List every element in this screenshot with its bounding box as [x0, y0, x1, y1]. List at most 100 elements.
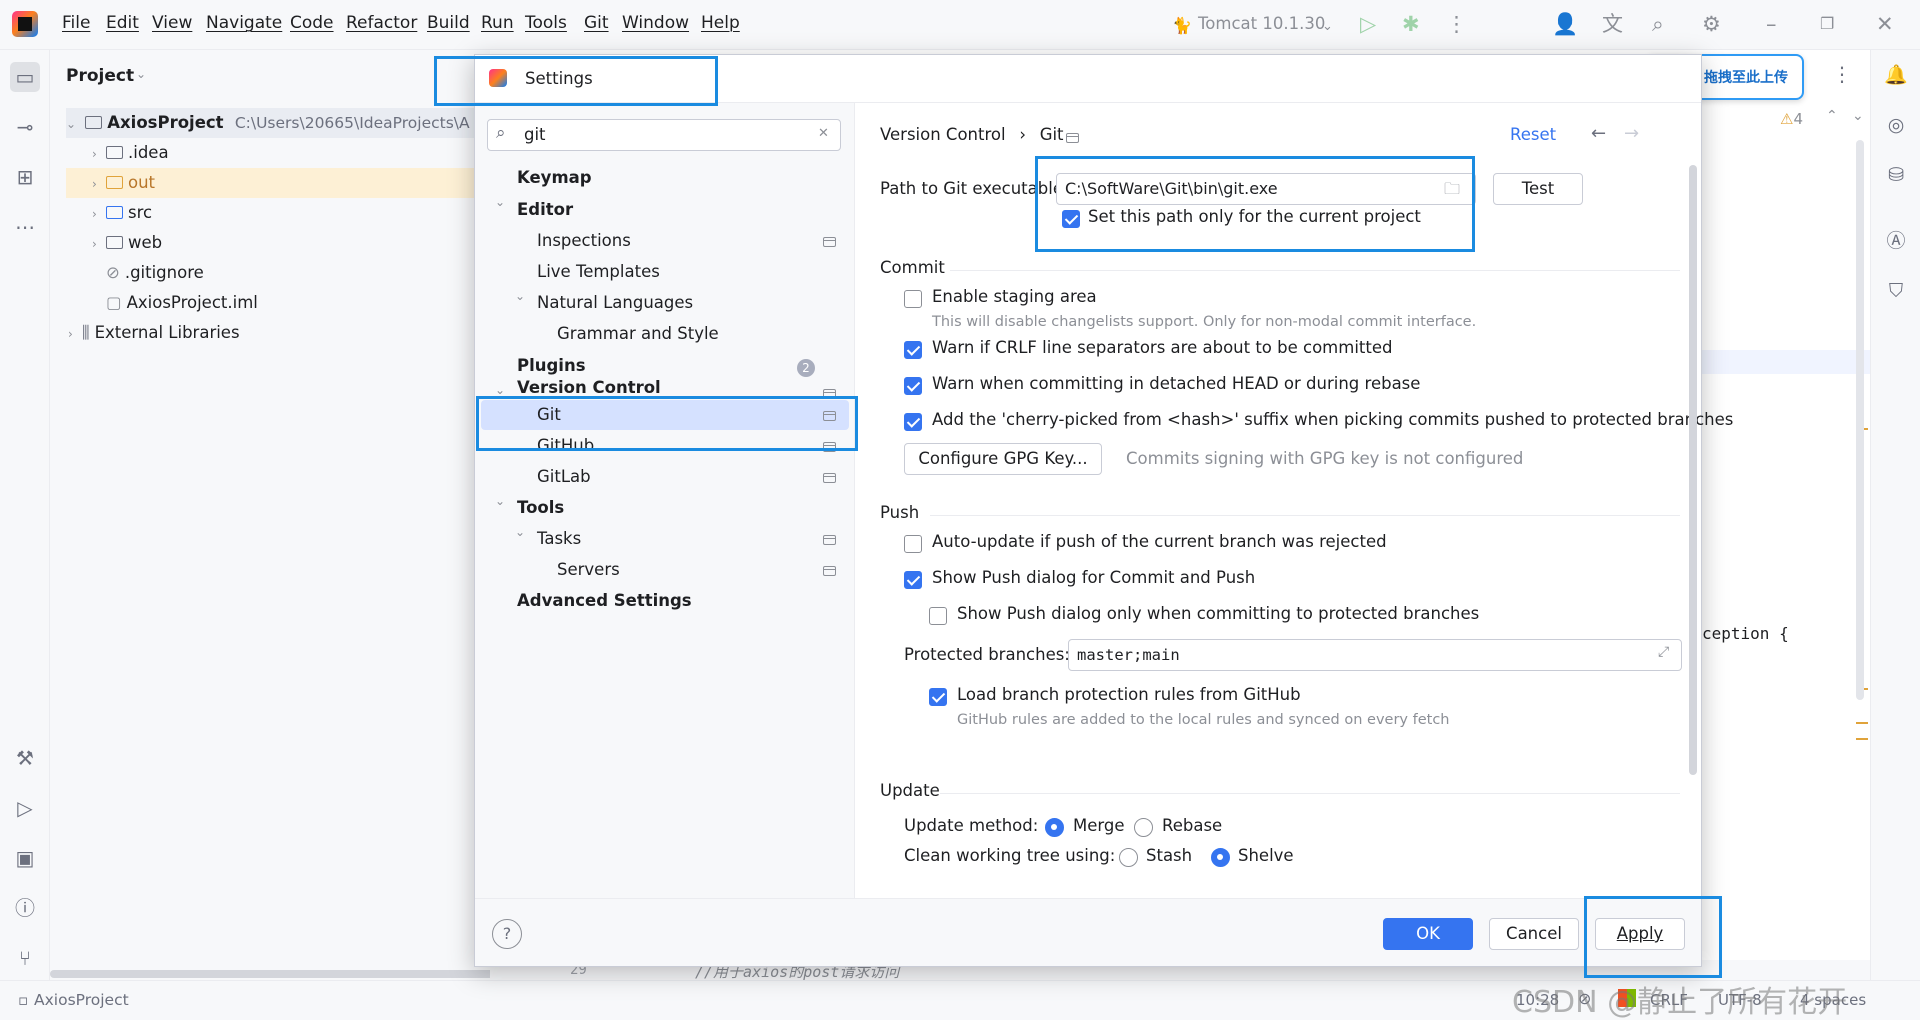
- auto-update-checkbox[interactable]: [904, 535, 922, 553]
- chevron-down-icon[interactable]: ⌄: [515, 525, 525, 539]
- editor-scrollbar[interactable]: [1856, 140, 1864, 700]
- tree-inspections[interactable]: Inspections: [537, 226, 631, 256]
- forward-arrow-icon[interactable]: →: [1624, 123, 1639, 144]
- cancel-button[interactable]: Cancel: [1489, 918, 1579, 950]
- status-project[interactable]: AxiosProject: [34, 991, 129, 1009]
- folder-icon[interactable]: ▭: [10, 62, 40, 92]
- horizontal-scrollbar[interactable]: [50, 970, 520, 978]
- tree-version-control[interactable]: Version Control: [517, 377, 661, 399]
- tree-tasks[interactable]: Tasks: [537, 524, 581, 554]
- menu-run[interactable]: Run: [481, 13, 514, 33]
- breadcrumb-parent[interactable]: Version Control: [880, 125, 1006, 144]
- chevron-down-icon[interactable]: ⌄: [495, 494, 505, 508]
- shelve-radio[interactable]: [1211, 848, 1230, 867]
- rebase-radio[interactable]: [1134, 818, 1153, 837]
- menu-tools[interactable]: Tools: [525, 13, 567, 33]
- terminal-icon[interactable]: ▣: [10, 843, 40, 873]
- chevron-right-icon[interactable]: ›: [92, 229, 106, 259]
- settings-search-field[interactable]: ⌕ git ✕: [487, 119, 841, 151]
- search-icon[interactable]: ⌕: [1652, 12, 1664, 36]
- project-panel-title[interactable]: Project: [66, 66, 134, 86]
- menu-edit[interactable]: Edit: [106, 13, 139, 33]
- merge-radio[interactable]: [1045, 818, 1064, 837]
- reset-link[interactable]: Reset: [1510, 125, 1556, 144]
- expand-icon[interactable]: ⤢: [1658, 644, 1669, 660]
- ascii-doc-icon[interactable]: Ⓐ: [1881, 226, 1911, 256]
- intellij-logo-icon[interactable]: [12, 11, 38, 37]
- tree-item-web[interactable]: › web: [92, 228, 162, 258]
- protected-branches-input[interactable]: master;main: [1068, 639, 1682, 671]
- chevron-down-icon[interactable]: ⌄: [66, 109, 80, 139]
- minimize-icon[interactable]: –: [1766, 12, 1777, 36]
- apply-button[interactable]: Apply: [1595, 918, 1685, 950]
- tree-item-src[interactable]: › src: [92, 198, 152, 228]
- tree-advanced-settings[interactable]: Advanced Settings: [517, 586, 692, 616]
- run-icon[interactable]: ▷: [1360, 12, 1376, 36]
- close-window-icon[interactable]: ✕: [1876, 12, 1894, 36]
- problems-icon[interactable]: ⓘ: [10, 893, 40, 923]
- menu-navigate[interactable]: Navigate: [206, 13, 282, 33]
- test-button[interactable]: Test: [1493, 173, 1583, 205]
- cherry-pick-checkbox[interactable]: [904, 413, 922, 431]
- menu-help[interactable]: Help: [701, 13, 740, 33]
- ai-assistant-icon[interactable]: ◎: [1881, 110, 1911, 140]
- menu-file[interactable]: File: [62, 13, 90, 33]
- maximize-icon[interactable]: ❐: [1820, 12, 1834, 36]
- ok-button[interactable]: OK: [1383, 918, 1473, 950]
- search-input[interactable]: git: [524, 125, 546, 144]
- help-icon[interactable]: ?: [492, 919, 522, 949]
- back-arrow-icon[interactable]: ←: [1591, 123, 1606, 144]
- tree-git[interactable]: Git: [537, 400, 561, 430]
- staging-checkbox[interactable]: [904, 290, 922, 308]
- show-push-dialog-checkbox[interactable]: [904, 571, 922, 589]
- menu-refactor[interactable]: Refactor: [346, 13, 417, 33]
- tree-keymap[interactable]: Keymap: [517, 163, 592, 193]
- tree-gitlab[interactable]: GitLab: [537, 462, 591, 492]
- crlf-checkbox[interactable]: [904, 341, 922, 359]
- protected-only-checkbox[interactable]: [929, 607, 947, 625]
- warnings-indicator[interactable]: ⚠4: [1780, 110, 1803, 128]
- chevron-down-icon[interactable]: ⌄: [1852, 108, 1864, 124]
- current-project-checkbox[interactable]: [1062, 210, 1080, 228]
- tree-github[interactable]: GitHub: [537, 431, 594, 461]
- tree-servers[interactable]: Servers: [557, 555, 620, 585]
- load-rules-checkbox[interactable]: [929, 688, 947, 706]
- browse-folder-icon[interactable]: 🗀: [1444, 178, 1460, 205]
- database-icon[interactable]: ⛁: [1881, 160, 1911, 190]
- chevron-right-icon[interactable]: ›: [92, 169, 106, 199]
- stash-radio[interactable]: [1119, 848, 1138, 867]
- configure-gpg-button[interactable]: Configure GPG Key...: [904, 443, 1102, 475]
- tree-item-gitignore[interactable]: ⊘ .gitignore: [106, 258, 204, 288]
- menu-git[interactable]: Git: [584, 13, 609, 33]
- detached-head-checkbox[interactable]: [904, 377, 922, 395]
- tree-tools[interactable]: Tools: [517, 493, 564, 523]
- chevron-right-icon[interactable]: ›: [68, 319, 82, 349]
- gear-icon[interactable]: ⚙: [1702, 12, 1721, 36]
- tree-root[interactable]: ⌄ AxiosProject C:\Users\20665\IdeaProjec…: [66, 108, 490, 138]
- tree-live-templates[interactable]: Live Templates: [537, 257, 660, 287]
- chevron-down-icon[interactable]: ⌄: [136, 67, 146, 81]
- debug-icon[interactable]: ✱: [1402, 12, 1420, 36]
- chevron-right-icon[interactable]: ›: [92, 139, 106, 169]
- more-vertical-icon[interactable]: ⋮: [1832, 62, 1852, 86]
- tree-natural-languages[interactable]: Natural Languages: [537, 288, 693, 318]
- chevron-down-icon[interactable]: ⌄: [1322, 15, 1333, 39]
- menu-build[interactable]: Build: [427, 13, 470, 33]
- warning-marker[interactable]: [1856, 722, 1868, 724]
- shield-icon[interactable]: ⛉: [1881, 276, 1911, 306]
- commit-icon[interactable]: ⊸: [10, 112, 40, 142]
- git-path-input[interactable]: C:\SoftWare\Git\bin\git.exe: [1056, 173, 1476, 205]
- chevron-down-icon[interactable]: ⌄: [515, 289, 525, 303]
- clear-icon[interactable]: ✕: [818, 126, 829, 141]
- chevron-down-icon[interactable]: ⌄: [495, 195, 505, 209]
- git-branch-icon[interactable]: ⑂: [10, 943, 40, 973]
- content-scrollbar[interactable]: [1689, 165, 1697, 775]
- more-vertical-icon[interactable]: ⋮: [1446, 12, 1467, 36]
- warning-marker[interactable]: [1856, 738, 1868, 740]
- structure-icon[interactable]: ⊞: [10, 162, 40, 192]
- more-horizontal-icon[interactable]: ⋯: [10, 212, 40, 242]
- chevron-down-icon[interactable]: ⌄: [495, 383, 505, 397]
- dialog-title-bar[interactable]: Settings: [475, 55, 1701, 103]
- chevron-right-icon[interactable]: ›: [92, 199, 106, 229]
- run-config-selector[interactable]: Tomcat 10.1.30: [1198, 14, 1325, 33]
